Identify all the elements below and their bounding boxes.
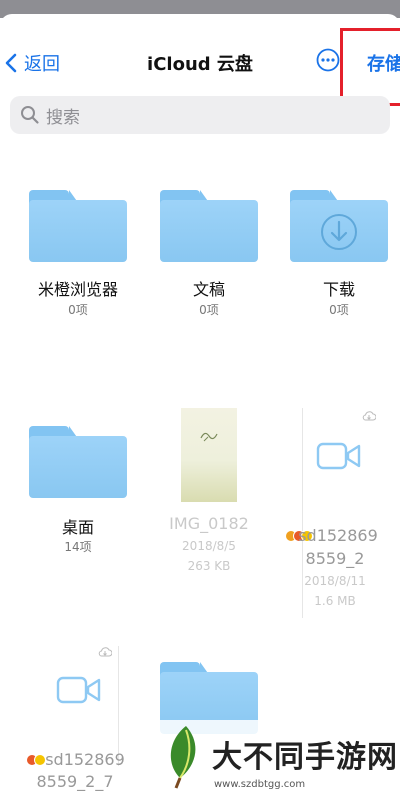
video-camera-icon	[316, 442, 361, 470]
video-camera-icon	[56, 676, 101, 704]
search-field[interactable]: 搜索	[10, 96, 390, 134]
leaf-logo-icon	[170, 726, 196, 789]
cloud-download-icon	[362, 411, 376, 421]
item-meta: 0项	[329, 303, 349, 317]
item-meta: 14项	[64, 540, 92, 554]
item-date: 2018/8/11	[304, 574, 366, 588]
folder-icon	[29, 426, 127, 500]
folder-icon	[290, 190, 388, 264]
thumbnail-divider	[118, 646, 119, 766]
item-name-line2: 8559_2_7	[36, 772, 114, 791]
store-button[interactable]: 存储	[367, 50, 400, 76]
download-arrow-icon	[321, 214, 357, 250]
item-name: 文稿	[192, 280, 225, 299]
item-name-line2: 8559_2	[305, 549, 365, 568]
item-name: 桌面	[61, 518, 94, 537]
item-size: 1.6 MB	[314, 594, 356, 608]
item-name: 米橙浏览器	[37, 280, 118, 299]
files-sheet: 返回 iCloud 云盘 存储 搜索 米橙浏览器 0项 文稿 0项 下载 0项 …	[0, 14, 400, 799]
ellipsis-circle-icon	[316, 48, 340, 72]
item-size: 263 KB	[187, 559, 231, 573]
item-meta: 0项	[68, 303, 88, 317]
cloud-download-icon	[98, 647, 112, 657]
item-name: 下载	[322, 280, 355, 299]
sketch-icon	[200, 432, 218, 442]
search-placeholder: 搜索	[46, 107, 80, 128]
item-name: IMG_0182	[169, 514, 249, 533]
watermark-text: 大不同手游网	[212, 740, 398, 775]
item-date: 2018/8/5	[182, 539, 236, 553]
magnifier-icon	[21, 106, 39, 124]
folder-icon	[160, 190, 258, 264]
image-thumbnail	[181, 408, 237, 502]
item-name-line1: sd152869	[298, 526, 378, 545]
item-meta: 0项	[199, 303, 219, 317]
navigation-bar: 返回 iCloud 云盘 存储	[0, 14, 400, 106]
folder-icon	[29, 190, 127, 264]
item-name-line1: sd152869	[45, 750, 125, 769]
more-button[interactable]	[316, 48, 340, 72]
